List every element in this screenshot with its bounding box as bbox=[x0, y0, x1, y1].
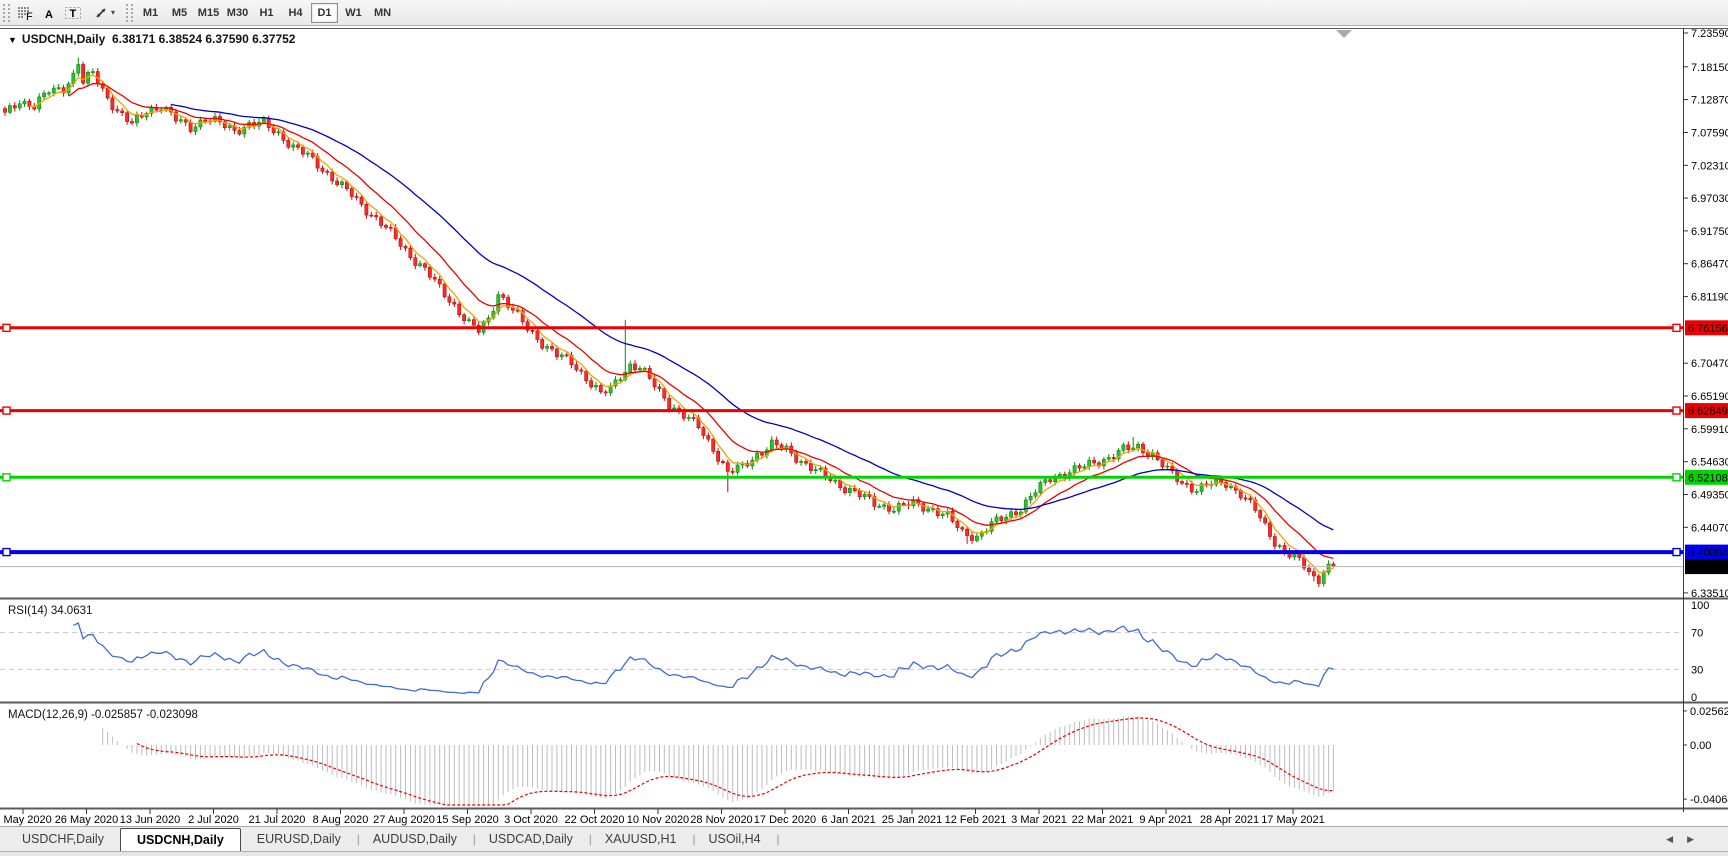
macd-indicator-label: MACD(12,26,9) -0.025857 -0.023098 bbox=[8, 709, 198, 721]
svg-text:9 Apr 2021: 9 Apr 2021 bbox=[1139, 814, 1192, 826]
chart-title-symbol: USDCNH,Daily bbox=[21, 32, 106, 46]
text-box-icon: T bbox=[65, 6, 81, 20]
svg-text:10 Nov 2020: 10 Nov 2020 bbox=[627, 814, 689, 826]
chart-canvas[interactable]: 7.23590 7.18150 7.12870 7.07590 7.02310 6.970… bbox=[0, 26, 1728, 826]
svg-text:7 May 2020: 7 May 2020 bbox=[0, 814, 52, 826]
text-label-button[interactable]: T bbox=[61, 2, 85, 24]
svg-text:6.52108: 6.52108 bbox=[1688, 472, 1728, 484]
svg-text:6.33510: 6.33510 bbox=[1691, 588, 1728, 600]
svg-text:0: 0 bbox=[1691, 692, 1697, 704]
timeframe-m1-button[interactable]: M1 bbox=[137, 3, 164, 23]
chart-window: 7.23590 7.18150 7.12870 7.07590 7.02310 6.970… bbox=[0, 26, 1728, 826]
svg-text:3 Oct 2020: 3 Oct 2020 bbox=[504, 814, 558, 826]
svg-text:F: F bbox=[26, 11, 33, 21]
tab-eurusd[interactable]: EURUSD,Daily bbox=[241, 827, 360, 851]
toolbar-drag-handle[interactable] bbox=[3, 3, 10, 22]
indicator-grid-icon[interactable]: F bbox=[13, 2, 37, 24]
svg-text:6.40084: 6.40084 bbox=[1688, 547, 1728, 559]
svg-text:6.70470: 6.70470 bbox=[1691, 358, 1728, 370]
tab-scroll-left-icon[interactable]: ◀ bbox=[1666, 834, 1673, 845]
svg-text:6 Jan 2021: 6 Jan 2021 bbox=[821, 814, 875, 826]
svg-text:30: 30 bbox=[1691, 664, 1703, 676]
tab-scroll-buttons: ◀ ▶ bbox=[1666, 827, 1694, 851]
svg-text:A: A bbox=[45, 9, 53, 21]
svg-text:7.18150: 7.18150 bbox=[1691, 62, 1728, 74]
svg-text:T: T bbox=[70, 8, 77, 20]
svg-text:8 Aug 2020: 8 Aug 2020 bbox=[313, 814, 369, 826]
svg-text:25 Jan 2021: 25 Jan 2021 bbox=[882, 814, 943, 826]
letter-a-icon: A bbox=[45, 9, 53, 21]
svg-text:22 Oct 2020: 22 Oct 2020 bbox=[565, 814, 625, 826]
svg-text:27 Aug 2020: 27 Aug 2020 bbox=[373, 814, 435, 826]
chart-tabbar: USDCHF,DailyUSDCNH,DailyEURUSD,DailyAUDU… bbox=[0, 826, 1728, 851]
timeframe-h4-button[interactable]: H4 bbox=[282, 3, 309, 23]
chart-title: ▼ USDCNH,Daily 6.38171 6.38524 6.37590 6.… bbox=[8, 32, 295, 46]
svg-text:-0.040687: -0.040687 bbox=[1690, 794, 1728, 806]
timeframe-h1-button[interactable]: H1 bbox=[253, 3, 280, 23]
timeframe-buttons: M1 M5 M15 M30 H1 H4 D1 W1 MN bbox=[136, 2, 397, 23]
svg-text:6.59910: 6.59910 bbox=[1691, 424, 1728, 436]
arrow-tools-button[interactable]: ▾ bbox=[85, 2, 123, 24]
svg-text:15 Sep 2020: 15 Sep 2020 bbox=[436, 814, 498, 826]
svg-text:17 May 2021: 17 May 2021 bbox=[1261, 814, 1325, 826]
grid-f-icon: F bbox=[17, 6, 33, 21]
svg-text:7.02310: 7.02310 bbox=[1691, 160, 1728, 172]
svg-text:17 Dec 2020: 17 Dec 2020 bbox=[754, 814, 816, 826]
svg-text:28 Nov 2020: 28 Nov 2020 bbox=[690, 814, 752, 826]
timeframe-d1-button[interactable]: D1 bbox=[311, 2, 338, 23]
svg-text:6.65190: 6.65190 bbox=[1691, 391, 1728, 403]
svg-text:6.49350: 6.49350 bbox=[1691, 490, 1728, 502]
svg-text:26 May 2020: 26 May 2020 bbox=[55, 814, 119, 826]
tab-usdchf[interactable]: USDCHF,Daily bbox=[6, 827, 123, 851]
timeframe-m15-button[interactable]: M15 bbox=[195, 3, 222, 23]
toolbar-drag-handle[interactable] bbox=[126, 3, 133, 22]
svg-text:3 Mar 2021: 3 Mar 2021 bbox=[1011, 814, 1067, 826]
chart-title-ohlc: 6.38171 6.38524 6.37590 6.37752 bbox=[111, 32, 296, 46]
tab-xauusd[interactable]: XAUUSD,H1 bbox=[589, 827, 695, 851]
svg-text:6.86470: 6.86470 bbox=[1691, 259, 1728, 271]
tab-usoil[interactable]: USOil,H4 bbox=[692, 827, 779, 851]
timeframe-mn-button[interactable]: MN bbox=[369, 3, 396, 23]
svg-text:13 Jun 2020: 13 Jun 2020 bbox=[120, 814, 181, 826]
svg-text:6.44070: 6.44070 bbox=[1691, 522, 1728, 534]
svg-text:7.07590: 7.07590 bbox=[1691, 128, 1728, 140]
timeframe-m30-button[interactable]: M30 bbox=[224, 3, 251, 23]
dropdown-caret-icon: ▾ bbox=[110, 8, 115, 17]
timeframe-w1-button[interactable]: W1 bbox=[340, 3, 367, 23]
tab-scroll-right-icon[interactable]: ▶ bbox=[1687, 834, 1694, 845]
svg-text:22 Mar 2021: 22 Mar 2021 bbox=[1072, 814, 1134, 826]
svg-text:21 Jul 2020: 21 Jul 2020 bbox=[249, 814, 306, 826]
svg-text:6.81190: 6.81190 bbox=[1691, 292, 1728, 304]
svg-text:2 Jul 2020: 2 Jul 2020 bbox=[188, 814, 239, 826]
svg-text:6.97030: 6.97030 bbox=[1691, 193, 1728, 205]
chart-tabs: USDCHF,DailyUSDCNH,DailyEURUSD,DailyAUDU… bbox=[6, 827, 780, 851]
status-bar bbox=[0, 851, 1728, 856]
svg-text:6.76156: 6.76156 bbox=[1688, 323, 1728, 335]
rsi-indicator-label: RSI(14) 34.0631 bbox=[8, 605, 93, 617]
svg-text:6.54630: 6.54630 bbox=[1691, 457, 1728, 469]
svg-text:0.00: 0.00 bbox=[1690, 740, 1711, 752]
tab-usdcad[interactable]: USDCAD,Daily bbox=[473, 827, 592, 851]
svg-text:6.62849: 6.62849 bbox=[1688, 406, 1728, 418]
diagonal-arrows-icon bbox=[96, 7, 106, 18]
svg-text:100: 100 bbox=[1691, 600, 1709, 612]
svg-text:6.91750: 6.91750 bbox=[1691, 226, 1728, 238]
svg-text:12 Feb 2021: 12 Feb 2021 bbox=[945, 814, 1007, 826]
svg-text:0.025623: 0.025623 bbox=[1690, 706, 1728, 718]
svg-text:70: 70 bbox=[1691, 628, 1703, 640]
svg-text:7.23590: 7.23590 bbox=[1691, 28, 1728, 40]
svg-text:28 Apr 2021: 28 Apr 2021 bbox=[1200, 814, 1259, 826]
tab-usdcnh[interactable]: USDCNH,Daily bbox=[119, 828, 241, 851]
top-toolbar: F A T ▾ M1 M5 M15 M30 H1 H4 D1 W1 MN bbox=[0, 0, 1728, 26]
tab-audusd[interactable]: AUDUSD,Daily bbox=[357, 827, 476, 851]
svg-text:7.12870: 7.12870 bbox=[1691, 95, 1728, 107]
symbol-dropdown-icon[interactable]: ▼ bbox=[8, 35, 17, 45]
timeframe-m5-button[interactable]: M5 bbox=[166, 3, 193, 23]
text-annotation-button[interactable]: A bbox=[37, 2, 61, 24]
svg-text:6.37752: 6.37752 bbox=[1688, 562, 1728, 574]
